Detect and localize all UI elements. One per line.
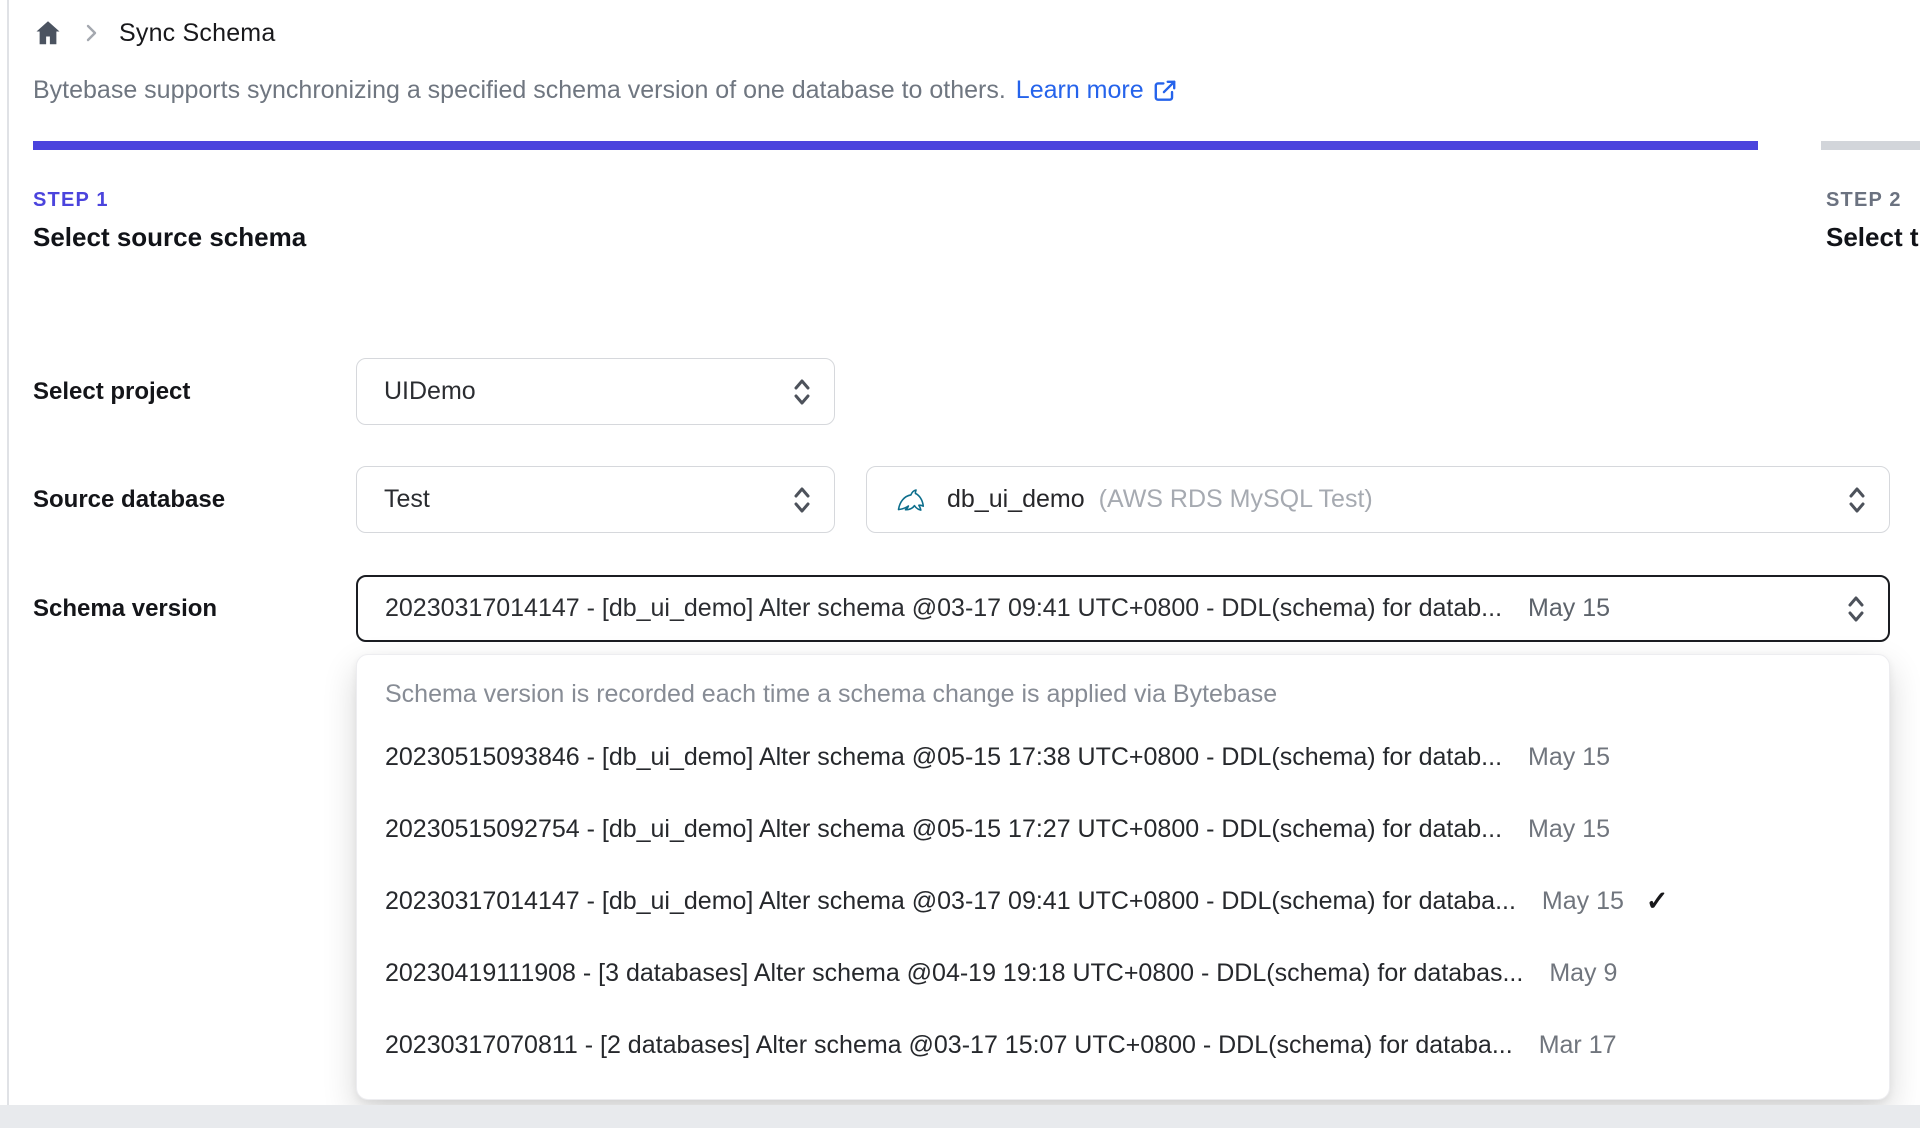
schema-version-label: Schema version	[33, 595, 218, 622]
option-text: 20230317014147 - [db_ui_demo] Alter sche…	[385, 886, 1516, 915]
step-2-title: Select t	[1826, 222, 1919, 252]
external-link-icon	[1154, 80, 1176, 101]
mysql-icon	[897, 488, 925, 511]
page-title: Sync Schema	[119, 18, 276, 47]
select-chevrons-icon	[790, 376, 814, 408]
bottom-strip	[0, 1105, 1920, 1128]
option-date: May 15	[1528, 742, 1611, 771]
breadcrumb: Sync Schema	[33, 18, 275, 48]
progress-bar-step1	[33, 141, 1758, 150]
option-text: 20230515093846 - [db_ui_demo] Alter sche…	[385, 742, 1503, 771]
step-1-label: STEP 1	[33, 189, 109, 211]
learn-more-link[interactable]: Learn more	[1016, 76, 1178, 105]
schema-version-select[interactable]: 20230317014147 - [db_ui_demo] Alter sche…	[356, 575, 1890, 642]
step-2-label: STEP 2	[1826, 189, 1902, 211]
select-chevrons-icon	[1845, 484, 1869, 516]
database-name: db_ui_demo	[947, 485, 1085, 513]
database-select[interactable]: db_ui_demo (AWS RDS MySQL Test)	[866, 466, 1890, 533]
option-text: 20230317070811 - [2 databases] Alter sch…	[385, 1030, 1513, 1059]
step-1-title: Select source schema	[33, 222, 307, 252]
schema-version-value: 20230317014147 - [db_ui_demo] Alter sche…	[385, 594, 1503, 622]
environment-select-value: Test	[384, 485, 430, 513]
select-project-label: Select project	[33, 378, 191, 405]
source-database-label: Source database	[33, 486, 226, 513]
project-select-value: UIDemo	[384, 377, 476, 405]
schema-version-dropdown: Schema version is recorded each time a s…	[356, 654, 1890, 1100]
intro-line: Bytebase supports synchronizing a specif…	[33, 76, 1178, 105]
option-date: May 15	[1528, 814, 1611, 843]
learn-more-label: Learn more	[1015, 76, 1144, 104]
sync-schema-page: Sync Schema Bytebase supports synchroniz…	[0, 0, 1920, 1128]
project-select[interactable]: UIDemo	[356, 358, 835, 425]
schema-version-option[interactable]: 20230419111908 - [3 databases] Alter sch…	[357, 937, 1889, 1009]
schema-version-option[interactable]: 20230515092754 - [db_ui_demo] Alter sche…	[357, 793, 1889, 865]
select-chevrons-icon	[790, 484, 814, 516]
breadcrumb-chevron-icon	[79, 21, 103, 45]
schema-version-option[interactable]: 20230317014147 - [db_ui_demo] Alter sche…	[357, 865, 1889, 937]
option-date: May 9	[1549, 958, 1618, 987]
schema-version-option[interactable]: 20230317070811 - [2 databases] Alter sch…	[357, 1009, 1889, 1081]
schema-version-option[interactable]: 20230515093846 - [db_ui_demo] Alter sche…	[357, 721, 1889, 793]
intro-text: Bytebase supports synchronizing a specif…	[33, 76, 1006, 104]
database-detail: (AWS RDS MySQL Test)	[1098, 485, 1373, 513]
option-text: 20230419111908 - [3 databases] Alter sch…	[385, 958, 1524, 987]
schema-version-date: May 15	[1528, 594, 1611, 622]
option-date: May 15	[1541, 886, 1624, 915]
home-icon[interactable]	[33, 18, 63, 48]
environment-select[interactable]: Test	[356, 466, 835, 533]
schema-version-options: 20230515093846 - [db_ui_demo] Alter sche…	[357, 721, 1889, 1081]
progress-bar-step2	[1821, 141, 1920, 150]
option-text: 20230515092754 - [db_ui_demo] Alter sche…	[385, 814, 1503, 843]
dropdown-hint: Schema version is recorded each time a s…	[385, 680, 1278, 708]
select-chevrons-icon	[1844, 593, 1868, 625]
left-divider	[7, 0, 9, 1128]
option-date: Mar 17	[1538, 1030, 1617, 1059]
check-icon: ✓	[1645, 885, 1669, 916]
